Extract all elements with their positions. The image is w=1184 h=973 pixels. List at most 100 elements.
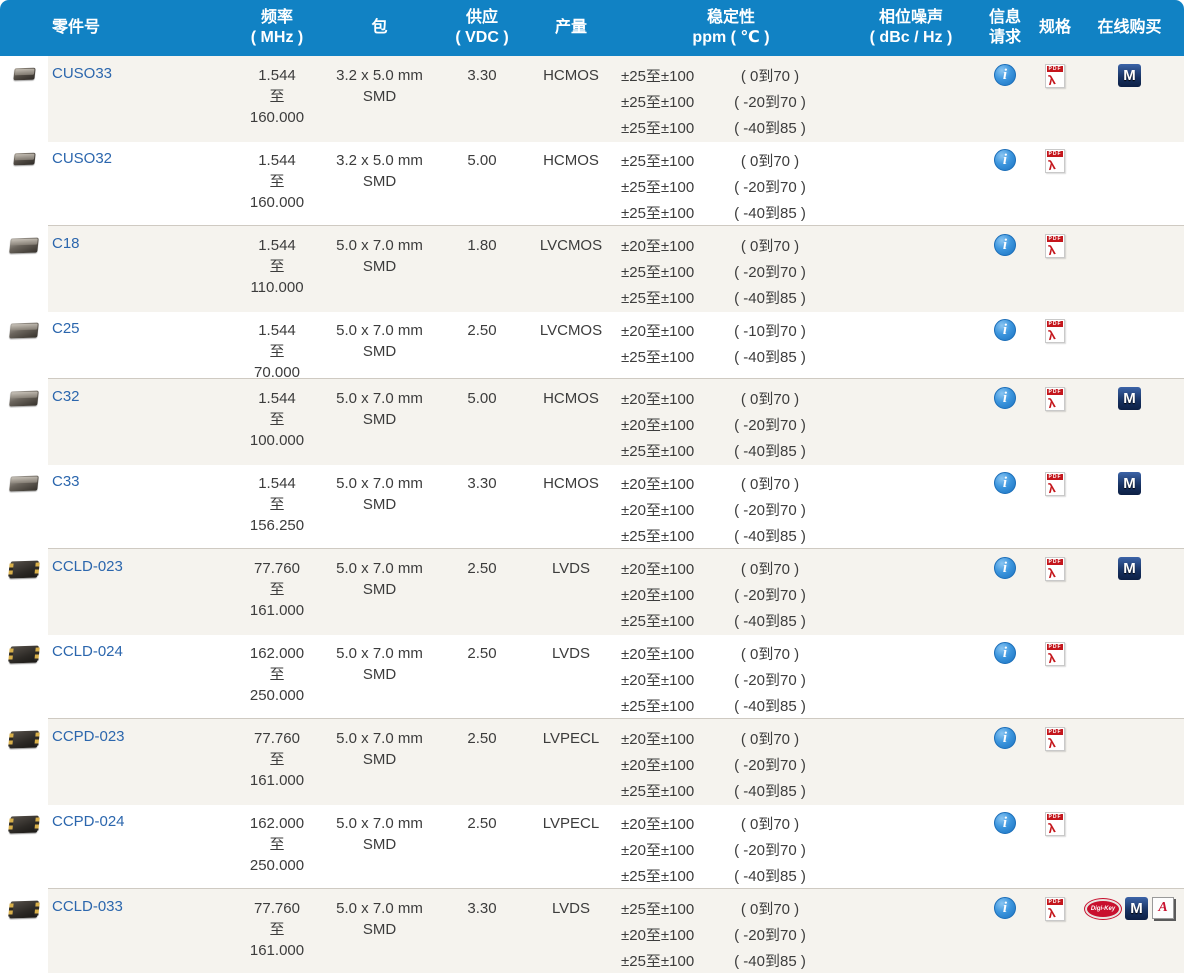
output-cell: LVCMOS xyxy=(527,226,615,312)
stability-cell: ±25至±100( 0到70 )±20至±100( -20到70 )±25至±1… xyxy=(615,889,847,973)
stability-temp-range: ( -20到70 ) xyxy=(709,498,831,524)
frequency-to: 至 xyxy=(232,919,322,940)
supply-cell: 2.50 xyxy=(437,549,527,635)
part-number-link[interactable]: C32 xyxy=(52,388,80,405)
part-photo-thumbnail xyxy=(9,238,39,254)
col-header-stability-unit: ppm ( ℃ ) xyxy=(692,28,769,48)
col-header-frequency-label: 频率 xyxy=(261,8,293,28)
pdf-spec-icon[interactable]: PDFλ xyxy=(1045,64,1065,88)
part-number-link[interactable]: CUSO33 xyxy=(52,65,112,82)
mouser-buy-icon[interactable]: M xyxy=(1118,64,1141,87)
frequency-min: 162.000 xyxy=(232,813,322,834)
stability-line: ±25至±100( -40到85 ) xyxy=(621,949,847,973)
frequency-min: 1.544 xyxy=(232,235,322,256)
mouser-buy-icon[interactable]: M xyxy=(1118,387,1141,410)
info-request-icon[interactable]: i xyxy=(994,319,1016,341)
stability-line: ±25至±100( -20到70 ) xyxy=(621,175,847,201)
stability-temp-range: ( -20到70 ) xyxy=(709,668,831,694)
part-number-link[interactable]: C18 xyxy=(52,235,80,252)
arrow-buy-icon[interactable]: A xyxy=(1152,897,1174,919)
pdf-spec-icon[interactable]: PDFλ xyxy=(1045,149,1065,173)
pdf-spec-icon[interactable]: PDFλ xyxy=(1045,472,1065,496)
phase-noise-cell xyxy=(847,464,975,550)
stability-range: ±25至±100 xyxy=(621,897,709,923)
part-image-cell xyxy=(0,549,48,635)
frequency-to: 至 xyxy=(232,834,322,855)
output-cell: LVDS xyxy=(527,889,615,973)
stability-range: ±20至±100 xyxy=(621,923,709,949)
package-cell: 3.2 x 5.0 mm SMD xyxy=(322,56,437,142)
pdf-spec-icon[interactable]: PDFλ xyxy=(1045,897,1065,921)
part-number-link[interactable]: C25 xyxy=(52,320,80,337)
output-value: LVPECL xyxy=(527,728,615,749)
part-number-link[interactable]: CCPD-024 xyxy=(52,813,125,830)
stability-range: ±25至±100 xyxy=(621,345,709,371)
package-type: SMD xyxy=(322,256,437,277)
part-number-link[interactable]: CUSO32 xyxy=(52,150,112,167)
frequency-min: 162.000 xyxy=(232,643,322,664)
info-request-cell: i xyxy=(975,464,1035,550)
info-request-icon[interactable]: i xyxy=(994,812,1016,834)
pdf-spec-icon[interactable]: PDFλ xyxy=(1045,642,1065,666)
part-photo-thumbnail xyxy=(9,323,39,339)
spec-cell: PDFλ xyxy=(1035,379,1075,465)
phase-noise-cell xyxy=(847,719,975,805)
table-body: CUSO33 1.544 至 160.000 3.2 x 5.0 mm SMD … xyxy=(0,56,1184,973)
stability-range: ±20至±100 xyxy=(621,812,709,838)
part-number-link[interactable]: CCPD-023 xyxy=(52,728,125,745)
stability-range: ±20至±100 xyxy=(621,753,709,779)
stability-line: ±25至±100( -40到85 ) xyxy=(621,609,847,635)
info-request-icon[interactable]: i xyxy=(994,897,1016,919)
package-size: 3.2 x 5.0 mm xyxy=(322,150,437,171)
pdf-spec-icon[interactable]: PDFλ xyxy=(1045,812,1065,836)
package-cell: 5.0 x 7.0 mm SMD xyxy=(322,379,437,465)
part-number-link[interactable]: C33 xyxy=(52,473,80,490)
col-header-package: 包 xyxy=(322,0,437,56)
info-request-icon[interactable]: i xyxy=(994,642,1016,664)
info-request-cell: i xyxy=(975,804,1035,890)
stability-range: ±20至±100 xyxy=(621,498,709,524)
buy-online-cell xyxy=(1075,226,1184,312)
col-header-info-request-line1: 信息 xyxy=(989,8,1021,28)
mouser-buy-icon[interactable]: M xyxy=(1118,557,1141,580)
digikey-buy-icon[interactable]: Digi-Key xyxy=(1085,899,1121,919)
part-number-link[interactable]: CCLD-033 xyxy=(52,898,123,915)
part-number-link[interactable]: CCLD-023 xyxy=(52,558,123,575)
buy-online-cell: M xyxy=(1075,379,1184,465)
supply-value: 2.50 xyxy=(437,813,527,834)
pdf-swoosh-glyph: λ xyxy=(1047,820,1063,835)
stability-temp-range: ( 0到70 ) xyxy=(709,472,831,498)
package-size: 5.0 x 7.0 mm xyxy=(322,643,437,664)
package-size: 5.0 x 7.0 mm xyxy=(322,898,437,919)
pdf-spec-icon[interactable]: PDFλ xyxy=(1045,387,1065,411)
info-request-icon[interactable]: i xyxy=(994,149,1016,171)
frequency-to: 至 xyxy=(232,579,322,600)
part-number-link[interactable]: CCLD-024 xyxy=(52,643,123,660)
info-request-icon[interactable]: i xyxy=(994,727,1016,749)
info-request-icon[interactable]: i xyxy=(994,387,1016,409)
buy-online-cell xyxy=(1075,141,1184,227)
info-request-icon[interactable]: i xyxy=(994,557,1016,579)
stability-line: ±25至±100( -40到85 ) xyxy=(621,524,847,550)
col-header-supply-unit: ( VDC ) xyxy=(455,28,508,48)
pdf-spec-icon[interactable]: PDFλ xyxy=(1045,727,1065,751)
info-request-icon[interactable]: i xyxy=(994,64,1016,86)
mouser-buy-icon[interactable]: M xyxy=(1118,472,1141,495)
stability-line: ±25至±100( -40到85 ) xyxy=(621,864,847,890)
pdf-spec-icon[interactable]: PDFλ xyxy=(1045,557,1065,581)
mouser-buy-icon[interactable]: M xyxy=(1125,897,1148,920)
stability-temp-range: ( 0到70 ) xyxy=(709,387,831,413)
part-image-cell xyxy=(0,226,48,312)
info-request-icon[interactable]: i xyxy=(994,234,1016,256)
supply-cell: 3.30 xyxy=(437,889,527,973)
pdf-spec-icon[interactable]: PDFλ xyxy=(1045,234,1065,258)
buy-online-cell xyxy=(1075,634,1184,720)
info-request-cell: i xyxy=(975,141,1035,227)
stability-range: ±20至±100 xyxy=(621,668,709,694)
package-cell: 5.0 x 7.0 mm SMD xyxy=(322,634,437,720)
package-type: SMD xyxy=(322,664,437,685)
info-request-icon[interactable]: i xyxy=(994,472,1016,494)
pdf-spec-icon[interactable]: PDFλ xyxy=(1045,319,1065,343)
package-type: SMD xyxy=(322,341,437,362)
output-value: HCMOS xyxy=(527,473,615,494)
